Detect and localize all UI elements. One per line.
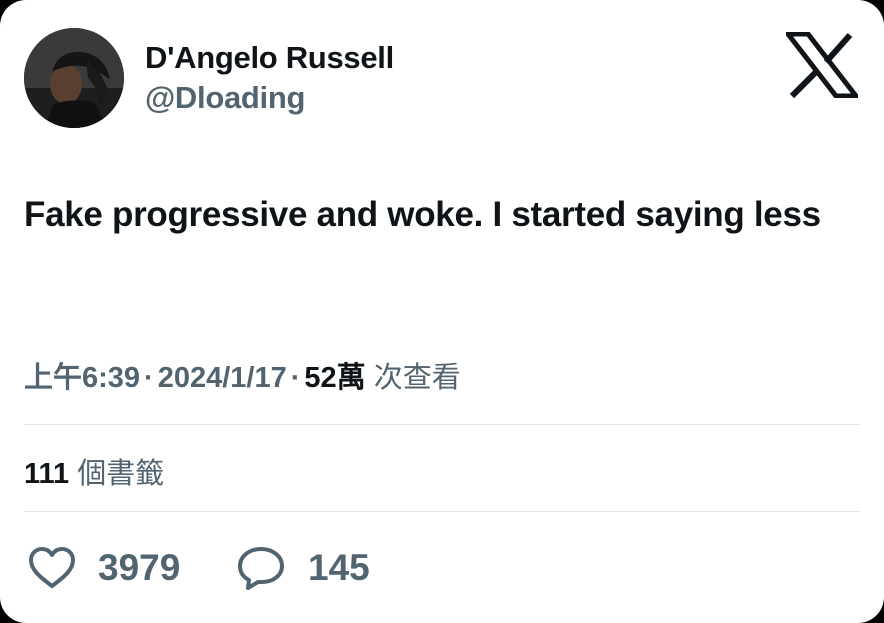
user-handle[interactable]: @Dloading (145, 80, 305, 116)
tweet-time[interactable]: 上午6:39 (24, 362, 140, 394)
views-count: 52萬 (304, 362, 366, 394)
reply-button[interactable]: 145 (236, 540, 370, 596)
tweet-text: Fake progressive and woke. I started say… (24, 195, 821, 234)
divider (24, 424, 860, 425)
reply-bubble-icon (238, 547, 284, 590)
views-label: 次查看 (373, 362, 461, 394)
display-name[interactable]: D'Angelo Russell (145, 40, 394, 76)
tweet-date[interactable]: 2024/1/17 (158, 362, 287, 394)
separator: · (290, 362, 301, 394)
x-logo-icon[interactable] (786, 32, 858, 98)
tweet-card: D'Angelo Russell @Dloading Fake progress… (0, 0, 884, 623)
avatar[interactable] (24, 28, 124, 128)
likes-count: 3979 (98, 547, 181, 588)
divider (24, 511, 860, 512)
like-button[interactable]: 3979 (28, 540, 180, 596)
separator: · (144, 362, 154, 394)
bookmarks-label: 個書籤 (77, 458, 165, 490)
tweet-metadata: 上午6:39 · 2024/1/17 · 52萬 次查看 (24, 354, 461, 396)
heart-icon (29, 547, 75, 588)
bookmarks-count: 111 (24, 458, 70, 490)
bookmarks-stat[interactable]: 111 個書籤 (24, 450, 164, 492)
profile-photo (24, 28, 124, 128)
replies-count: 145 (308, 547, 370, 588)
